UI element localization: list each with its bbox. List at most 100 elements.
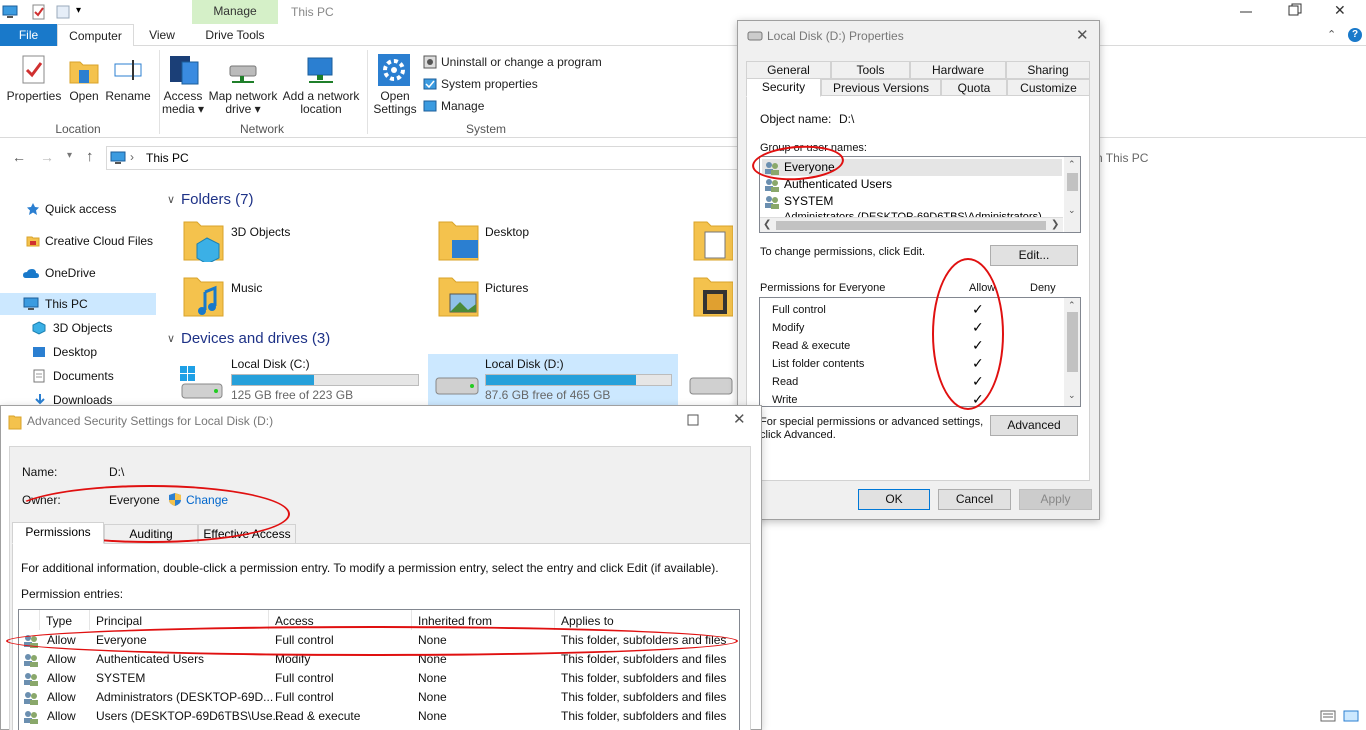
permissions-listbox[interactable]: Full control Modify Read & execute List …: [759, 297, 1081, 407]
nav-creative-cloud[interactable]: Creative Cloud Files: [0, 230, 156, 252]
users-hscroll[interactable]: ❮ ❯: [760, 217, 1063, 232]
details-view-icon[interactable]: [1320, 710, 1336, 722]
tab-file[interactable]: File: [0, 24, 57, 46]
permission-entry-row[interactable]: Allow Administrators (DESKTOP-69D... Full …: [19, 688, 739, 707]
permission-entry-row[interactable]: Allow SYSTEM Full control None This folder, …: [19, 669, 739, 688]
access-media-button[interactable]: Access media ▾: [158, 90, 208, 116]
breadcrumb-chevron-icon[interactable]: ›: [130, 150, 134, 164]
folder-music[interactable]: Music: [231, 281, 262, 295]
close-icon[interactable]: ✕: [1334, 2, 1346, 19]
add-network-location-button[interactable]: Add a network location: [280, 90, 362, 116]
minimize-icon[interactable]: [1238, 4, 1258, 18]
change-owner-link[interactable]: Change: [186, 493, 228, 507]
folder-pictures[interactable]: Pictures: [485, 281, 528, 295]
permission-entry-row[interactable]: Allow Authenticated Users Modify None This f…: [19, 650, 739, 669]
nav-documents[interactable]: Documents: [0, 365, 156, 387]
drive-icon: [747, 31, 763, 41]
qat-dropdown-icon[interactable]: ▾: [76, 5, 81, 16]
nav-label: Documents: [53, 369, 114, 383]
system-properties-button[interactable]: System properties: [441, 77, 538, 91]
column-header-inherited[interactable]: Inherited from: [412, 610, 555, 630]
permissions-vscroll[interactable]: ⌃ ⌄: [1064, 298, 1080, 406]
back-arrow-icon[interactable]: ←: [12, 149, 26, 165]
help-icon[interactable]: ?: [1348, 28, 1362, 42]
nav-desktop[interactable]: Desktop: [0, 341, 156, 363]
restore-icon[interactable]: [1288, 3, 1302, 17]
tab-drive-tools[interactable]: Drive Tools: [192, 24, 278, 46]
user-row-system[interactable]: SYSTEM: [762, 193, 1062, 210]
folder-3d-objects[interactable]: 3D Objects: [231, 225, 290, 239]
drive-c-usage-bar: [231, 374, 419, 386]
large-icons-view-icon[interactable]: [1343, 710, 1359, 722]
collapse-chevron-icon[interactable]: ∨: [167, 193, 175, 206]
properties-qat-icon[interactable]: [31, 4, 47, 20]
folders-section-header[interactable]: Folders (7): [181, 191, 254, 208]
security-tab-panel: Object name: D:\ Group or user names: Ev…: [746, 95, 1090, 481]
manage-context-tab[interactable]: Manage: [192, 0, 278, 24]
tab-effective-access[interactable]: Effective Access: [198, 524, 296, 544]
recent-locations-icon[interactable]: ▾: [67, 150, 72, 161]
tab-general[interactable]: General: [746, 61, 831, 79]
tab-security[interactable]: Security: [746, 78, 821, 97]
new-folder-qat-icon[interactable]: [56, 4, 70, 20]
advanced-button[interactable]: Advanced: [990, 415, 1078, 436]
open-button[interactable]: Open: [64, 90, 104, 103]
user-row-authenticated[interactable]: Authenticated Users: [762, 176, 1062, 193]
rename-button[interactable]: Rename: [104, 90, 152, 103]
tab-computer[interactable]: Computer: [57, 24, 134, 47]
access-media-label-2: media ▾: [161, 102, 205, 116]
nav-3d-objects[interactable]: 3D Objects: [0, 317, 156, 339]
column-header-type[interactable]: Type: [40, 610, 90, 630]
permission-entry-row[interactable]: Allow Everyone Full control None This folder…: [19, 631, 739, 650]
properties-button[interactable]: Properties: [4, 90, 64, 103]
collapse-chevron-icon[interactable]: ∨: [167, 332, 175, 345]
tab-view[interactable]: View: [140, 24, 184, 46]
drive-d-name[interactable]: Local Disk (D:): [485, 357, 564, 371]
tab-sharing[interactable]: Sharing: [1006, 61, 1090, 79]
uninstall-program-button[interactable]: Uninstall or change a program: [441, 55, 602, 69]
folder-desktop[interactable]: Desktop: [485, 225, 529, 239]
map-network-drive-button[interactable]: Map network drive ▾: [204, 90, 282, 116]
forward-arrow-icon[interactable]: →: [40, 149, 54, 165]
drives-section-header[interactable]: Devices and drives (3): [181, 330, 330, 347]
cancel-button[interactable]: Cancel: [938, 489, 1011, 510]
edit-button[interactable]: Edit...: [990, 245, 1078, 266]
perm-write: Write: [772, 394, 798, 406]
manage-button[interactable]: Manage: [441, 99, 484, 113]
user-row-everyone[interactable]: Everyone: [762, 159, 1062, 176]
tab-permissions[interactable]: Permissions: [12, 522, 104, 544]
tab-hardware[interactable]: Hardware: [910, 61, 1006, 79]
up-arrow-icon[interactable]: ↑: [86, 148, 94, 165]
open-settings-button[interactable]: Open Settings: [368, 90, 422, 116]
uninstall-icon: [423, 55, 437, 69]
apply-button[interactable]: Apply: [1019, 489, 1092, 510]
address-text[interactable]: This PC: [146, 151, 189, 165]
windows-drive-icon: [180, 366, 223, 399]
allow-column-header: Allow: [969, 282, 996, 294]
close-icon[interactable]: ✕: [733, 410, 746, 428]
column-header-principal[interactable]: Principal: [90, 610, 269, 630]
search-input[interactable]: h This PC: [1096, 151, 1148, 165]
column-header-applies[interactable]: Applies to: [555, 610, 741, 630]
users-vscroll[interactable]: ⌃ ⌄: [1064, 157, 1080, 232]
drive-d-usage-fill: [486, 375, 636, 385]
allow-check-icon: ✓: [972, 319, 984, 335]
nav-this-pc[interactable]: This PC: [0, 293, 156, 315]
add-location-label-2: location: [300, 102, 342, 116]
permission-entry-row[interactable]: Allow Users (DESKTOP-69D6TBS\Use... Read &…: [19, 707, 739, 726]
address-box[interactable]: [106, 146, 746, 170]
computer-icon: [23, 297, 39, 310]
nav-quick-access[interactable]: Quick access: [0, 198, 156, 220]
tab-tools[interactable]: Tools: [831, 61, 910, 79]
cell-applies: This folder, subfolders and files: [561, 671, 727, 685]
users-listbox[interactable]: Everyone Authenticated Users SYSTEM Admi…: [759, 156, 1081, 233]
collapse-ribbon-icon[interactable]: ⌃: [1327, 28, 1336, 41]
column-header-access[interactable]: Access: [269, 610, 412, 630]
tab-auditing[interactable]: Auditing: [104, 524, 198, 544]
maximize-icon[interactable]: [687, 414, 699, 426]
drive-c-name[interactable]: Local Disk (C:): [231, 357, 310, 371]
close-icon[interactable]: ✕: [1076, 26, 1089, 44]
permission-entries-table[interactable]: Type Principal Access Inherited from App…: [18, 609, 740, 730]
nav-onedrive[interactable]: OneDrive: [0, 262, 156, 284]
ok-button[interactable]: OK: [858, 489, 930, 510]
